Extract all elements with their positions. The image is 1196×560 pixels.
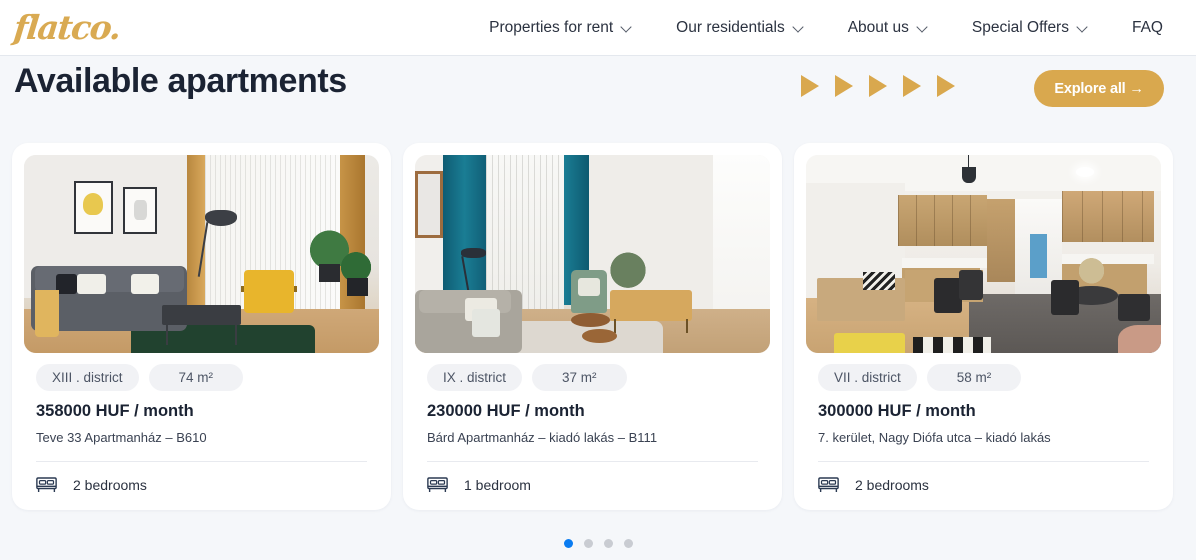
nav-item-label: FAQ: [1131, 18, 1163, 36]
tag-group: IX . district 37 m²: [427, 364, 758, 391]
chevron-down-icon: [794, 22, 805, 33]
play-arrow-icon[interactable]: [903, 75, 921, 97]
bed-icon: [818, 477, 839, 492]
nav-item-faq[interactable]: FAQ: [1132, 19, 1163, 37]
nav-item-label: Special Offers: [971, 18, 1069, 36]
bedrooms-label: 2 bedrooms: [73, 477, 147, 493]
apartment-photo[interactable]: [806, 155, 1161, 353]
bedrooms-row: 2 bedrooms: [36, 462, 367, 510]
nav-item-about-us[interactable]: About us: [848, 19, 929, 37]
tag-group: XIII . district 74 m²: [36, 364, 367, 391]
chevron-down-icon: [918, 22, 929, 33]
chevron-down-icon: [1078, 22, 1089, 33]
apartment-name: Teve 33 Apartmanház – B610: [36, 430, 207, 445]
apartment-name: 7. kerület, Nagy Diófa utca – kiadó laká…: [818, 430, 1051, 445]
bed-icon: [427, 477, 448, 492]
nav-item-our-residentials[interactable]: Our residentials: [676, 19, 805, 37]
district-tag: VII . district: [818, 364, 917, 391]
area-tag: 74 m²: [148, 364, 244, 391]
arrow-decoration-group: [801, 75, 955, 97]
play-arrow-icon[interactable]: [869, 75, 887, 97]
bedrooms-row: 2 bedrooms: [818, 462, 1149, 510]
photo-illustration: [806, 155, 1161, 353]
apartment-details: IX . district 37 m² 230000 HUF / month B…: [415, 353, 770, 510]
site-header: flatco. Properties for rent Our resident…: [0, 0, 1196, 56]
page-title: Available apartments: [14, 62, 347, 100]
bedrooms-row: 1 bedroom: [427, 462, 758, 510]
nav-item-label: Our residentials: [676, 18, 785, 36]
photo-illustration: [24, 155, 379, 353]
pagination-dot[interactable]: [623, 539, 633, 548]
page-root: flatco. Properties for rent Our resident…: [0, 0, 1196, 560]
chevron-down-icon: [622, 22, 633, 33]
price-label: 300000 HUF / month: [818, 402, 976, 420]
apartment-card[interactable]: VII . district 58 m² 300000 HUF / month …: [794, 143, 1173, 510]
price-label: 230000 HUF / month: [427, 402, 585, 420]
tag-group: VII . district 58 m²: [818, 364, 1149, 391]
play-arrow-icon[interactable]: [801, 75, 819, 97]
play-arrow-icon[interactable]: [835, 75, 853, 97]
apartment-name: Bárd Apartmanház – kiadó lakás – B111: [427, 430, 658, 445]
bed-icon: [36, 477, 57, 492]
explore-all-button[interactable]: Explore all →: [1034, 70, 1164, 107]
main-navigation: Properties for rent Our residentials Abo…: [489, 0, 1196, 55]
apartment-card[interactable]: IX . district 37 m² 230000 HUF / month B…: [403, 143, 782, 510]
pagination-dot[interactable]: [563, 539, 573, 548]
apartment-card-list: XIII . district 74 m² 358000 HUF / month…: [12, 143, 1173, 510]
nav-item-special-offers[interactable]: Special Offers: [972, 19, 1089, 37]
apartment-details: XIII . district 74 m² 358000 HUF / month…: [24, 353, 379, 510]
area-tag: 37 m²: [532, 364, 627, 391]
play-arrow-icon[interactable]: [937, 75, 955, 97]
district-tag: XIII . district: [36, 364, 139, 391]
pagination-dot[interactable]: [603, 539, 613, 548]
bedrooms-label: 2 bedrooms: [855, 477, 929, 493]
price-label: 358000 HUF / month: [36, 402, 194, 420]
brand-logo[interactable]: flatco.: [12, 8, 122, 47]
bedrooms-label: 1 bedroom: [464, 477, 531, 493]
photo-illustration: [415, 155, 770, 353]
district-tag: IX . district: [427, 364, 523, 391]
section-header: Available apartments Explore all →: [0, 62, 1196, 122]
apartment-details: VII . district 58 m² 300000 HUF / month …: [806, 353, 1161, 510]
apartment-photo[interactable]: [24, 155, 379, 353]
area-tag: 58 m²: [926, 364, 1022, 391]
nav-item-label: About us: [847, 18, 909, 36]
apartment-photo[interactable]: [415, 155, 770, 353]
pagination-dot[interactable]: [583, 539, 593, 548]
apartment-card[interactable]: XIII . district 74 m² 358000 HUF / month…: [12, 143, 391, 510]
nav-item-label: Properties for rent: [489, 18, 614, 36]
carousel-pagination: [0, 539, 1196, 548]
nav-item-properties-for-rent[interactable]: Properties for rent: [489, 19, 633, 37]
